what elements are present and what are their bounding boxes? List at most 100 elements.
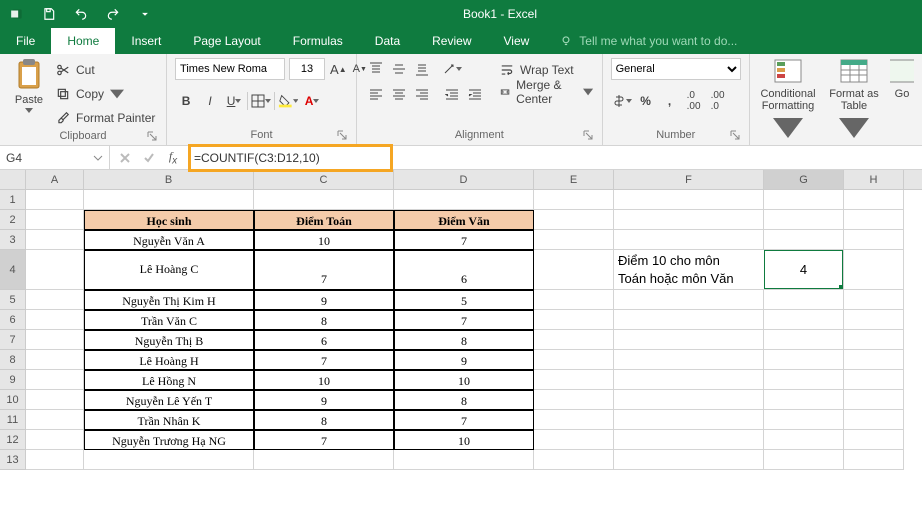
row-header[interactable]: 8 xyxy=(0,350,26,370)
bold-button[interactable]: B xyxy=(175,90,197,112)
font-color-button[interactable]: A xyxy=(301,90,323,112)
table-cell[interactable]: Lê Hoàng C xyxy=(84,250,254,290)
orientation-button[interactable] xyxy=(441,58,463,80)
tab-pagelayout[interactable]: Page Layout xyxy=(177,28,276,54)
table-header[interactable]: Điểm Toán xyxy=(254,210,394,230)
table-cell[interactable]: Trần Văn C xyxy=(84,310,254,330)
table-cell[interactable]: Nguyễn Thị B xyxy=(84,330,254,350)
row-header[interactable]: 11 xyxy=(0,410,26,430)
enter-formula-button[interactable] xyxy=(138,147,160,169)
row-header[interactable]: 3 xyxy=(0,230,26,250)
dialog-launcher-icon[interactable] xyxy=(336,129,348,141)
table-cell[interactable]: 8 xyxy=(394,330,534,350)
insert-function-button[interactable]: fx xyxy=(162,147,184,169)
dialog-launcher-icon[interactable] xyxy=(729,129,741,141)
table-cell[interactable]: 8 xyxy=(254,410,394,430)
align-left-button[interactable] xyxy=(365,84,387,106)
qat-customize[interactable] xyxy=(132,2,158,26)
comma-button[interactable]: , xyxy=(659,90,681,112)
align-bottom-button[interactable] xyxy=(411,58,433,80)
table-cell[interactable]: 7 xyxy=(254,250,394,290)
table-cell[interactable]: Nguyễn Trương Hạ NG xyxy=(84,430,254,450)
align-middle-button[interactable] xyxy=(388,58,410,80)
increase-decimal-button[interactable]: .0.00 xyxy=(683,90,705,112)
conditional-formatting-button[interactable]: Conditional Formatting xyxy=(758,58,818,142)
table-header[interactable]: Điểm Văn xyxy=(394,210,534,230)
font-size-input[interactable] xyxy=(289,58,325,80)
tab-formulas[interactable]: Formulas xyxy=(277,28,359,54)
col-header[interactable]: B xyxy=(84,170,254,189)
align-center-button[interactable] xyxy=(388,84,410,106)
redo-button[interactable] xyxy=(100,2,126,26)
underline-button[interactable]: U xyxy=(223,90,245,112)
table-cell[interactable]: 7 xyxy=(394,310,534,330)
percent-button[interactable]: % xyxy=(635,90,657,112)
row-header[interactable]: 4 xyxy=(0,250,26,290)
col-header[interactable]: H xyxy=(844,170,904,189)
undo-button[interactable] xyxy=(68,2,94,26)
table-cell[interactable]: 7 xyxy=(394,230,534,250)
tab-file[interactable]: File xyxy=(0,28,51,54)
table-cell[interactable]: Nguyễn Lê Yến T xyxy=(84,390,254,410)
increase-indent-button[interactable] xyxy=(464,84,486,106)
table-cell[interactable]: Trần Nhân K xyxy=(84,410,254,430)
decrease-decimal-button[interactable]: .00.0 xyxy=(707,90,729,112)
row-header[interactable]: 1 xyxy=(0,190,26,210)
row-header[interactable]: 6 xyxy=(0,310,26,330)
dialog-launcher-icon[interactable] xyxy=(582,129,594,141)
cells-area[interactable]: Học sinhĐiểm ToánĐiểm Văn Nguyễn Văn A10… xyxy=(26,190,904,470)
italic-button[interactable]: I xyxy=(199,90,221,112)
col-header[interactable]: D xyxy=(394,170,534,189)
borders-button[interactable] xyxy=(250,90,272,112)
accounting-format-button[interactable] xyxy=(611,90,633,112)
fill-handle[interactable] xyxy=(839,285,844,290)
table-cell[interactable]: 10 xyxy=(254,230,394,250)
tab-home[interactable]: Home xyxy=(51,28,115,54)
table-cell[interactable]: 9 xyxy=(254,390,394,410)
col-header[interactable]: E xyxy=(534,170,614,189)
font-name-input[interactable] xyxy=(175,58,285,80)
col-header[interactable]: A xyxy=(26,170,84,189)
row-header[interactable]: 13 xyxy=(0,450,26,470)
cell-styles-button[interactable]: Go xyxy=(890,58,914,142)
decrease-indent-button[interactable] xyxy=(441,84,463,106)
select-all-corner[interactable] xyxy=(0,170,26,189)
table-cell[interactable]: 10 xyxy=(394,370,534,390)
cancel-formula-button[interactable] xyxy=(114,147,136,169)
dialog-launcher-icon[interactable] xyxy=(146,130,158,142)
format-as-table-button[interactable]: Format as Table xyxy=(824,58,884,142)
result-cell[interactable]: 4 xyxy=(764,250,844,290)
row-header[interactable]: 10 xyxy=(0,390,26,410)
table-cell[interactable]: 7 xyxy=(394,410,534,430)
copy-button[interactable]: Copy xyxy=(56,84,155,104)
note-cell[interactable]: Điểm 10 cho mônToán hoặc môn Văn xyxy=(614,250,764,290)
row-header[interactable]: 9 xyxy=(0,370,26,390)
col-header[interactable]: C xyxy=(254,170,394,189)
table-cell[interactable]: 10 xyxy=(394,430,534,450)
table-cell[interactable]: 6 xyxy=(394,250,534,290)
paste-button[interactable]: Paste xyxy=(8,58,50,128)
table-cell[interactable]: 9 xyxy=(394,350,534,370)
table-cell[interactable]: Nguyễn Thị Kim H xyxy=(84,290,254,310)
name-box[interactable]: G4 xyxy=(0,146,110,169)
format-painter-button[interactable]: Format Painter xyxy=(56,108,155,128)
table-cell[interactable]: 6 xyxy=(254,330,394,350)
tab-view[interactable]: View xyxy=(488,28,546,54)
table-header[interactable]: Học sinh xyxy=(84,210,254,230)
cut-button[interactable]: Cut xyxy=(56,60,155,80)
table-cell[interactable]: 8 xyxy=(394,390,534,410)
tab-insert[interactable]: Insert xyxy=(115,28,177,54)
row-header[interactable]: 7 xyxy=(0,330,26,350)
row-header[interactable]: 2 xyxy=(0,210,26,230)
table-cell[interactable]: 9 xyxy=(254,290,394,310)
col-header[interactable]: F xyxy=(614,170,764,189)
save-button[interactable] xyxy=(36,2,62,26)
table-cell[interactable]: 5 xyxy=(394,290,534,310)
fill-color-button[interactable] xyxy=(277,90,299,112)
align-top-button[interactable] xyxy=(365,58,387,80)
table-cell[interactable]: Lê Hồng N xyxy=(84,370,254,390)
table-cell[interactable]: 7 xyxy=(254,430,394,450)
table-cell[interactable]: Nguyễn Văn A xyxy=(84,230,254,250)
row-header[interactable]: 5 xyxy=(0,290,26,310)
col-header[interactable]: G xyxy=(764,170,844,189)
